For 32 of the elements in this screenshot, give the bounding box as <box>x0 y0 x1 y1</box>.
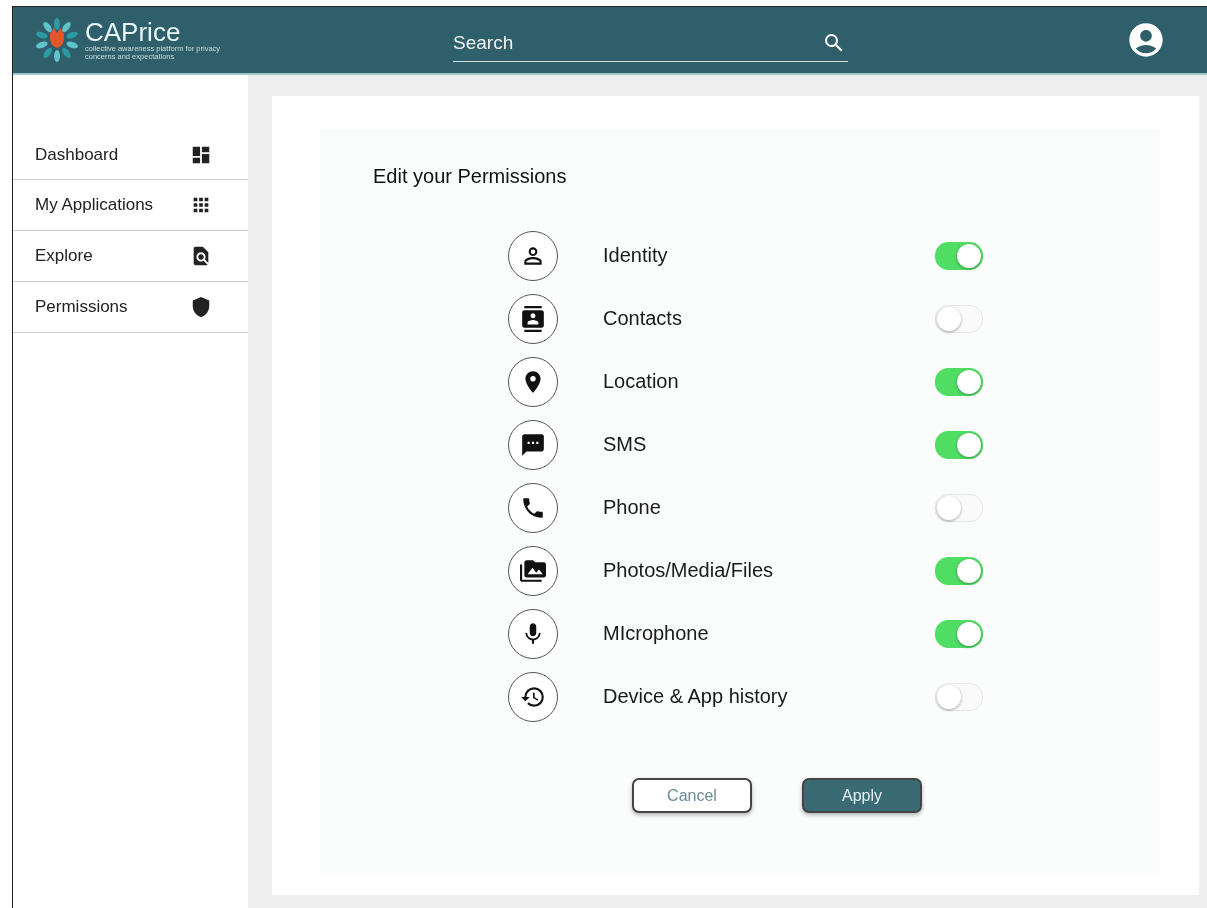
toggle-switch[interactable] <box>935 304 983 333</box>
apply-button[interactable]: Apply <box>802 778 922 813</box>
toggle-switch[interactable] <box>935 493 983 522</box>
permission-label: Phone <box>603 496 662 519</box>
photos-icon <box>508 545 558 596</box>
shield-icon <box>190 296 212 318</box>
toggle-switch[interactable] <box>935 430 983 459</box>
dashboard-icon <box>190 144 212 166</box>
phone-icon <box>508 482 558 533</box>
toggle-switch[interactable] <box>935 619 983 648</box>
toggle-switch[interactable] <box>935 556 983 585</box>
microphone-icon <box>508 608 558 659</box>
permission-label: Location <box>603 370 680 393</box>
logo-flower-icon <box>35 18 79 62</box>
toggle-switch[interactable] <box>935 682 983 711</box>
person-icon <box>508 230 558 281</box>
contact-card-icon <box>508 293 558 344</box>
location-pin-icon <box>508 356 558 407</box>
toggle-switch[interactable] <box>935 367 983 396</box>
toggle-switch[interactable] <box>935 241 983 270</box>
history-icon <box>508 671 558 722</box>
permission-label: Device & App history <box>603 685 789 708</box>
panel-title: Edit your Permissions <box>373 165 568 188</box>
permission-label: MIcrophone <box>603 622 710 645</box>
permission-label: Photos/Media/Files <box>603 559 775 582</box>
logo-title: CAPrice <box>85 19 181 45</box>
permission-label: Contacts <box>603 307 683 330</box>
permission-label: Identity <box>603 244 669 267</box>
permission-label: SMS <box>603 433 648 456</box>
avatar-icon[interactable] <box>1126 20 1166 60</box>
cancel-button[interactable]: Cancel <box>632 778 752 813</box>
chat-icon <box>508 419 558 470</box>
